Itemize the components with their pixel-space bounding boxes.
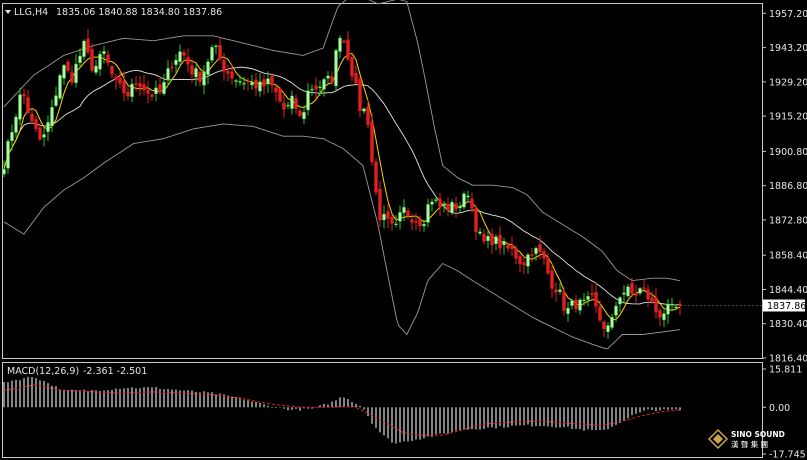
price-tick-label: 1830.40 [769,319,807,330]
chart-canvas[interactable]: 1957.20 1943.20 1929.20 1915.20 1900.80 1886.… [0,0,807,460]
chart-background [0,0,807,460]
macd-tick-label: 15.811 [769,365,802,376]
logo-name: SINO SOUND [731,430,785,439]
price-tick-label: 1886.80 [769,181,807,192]
price-tick-label: 1900.80 [769,147,807,158]
candle [210,44,214,63]
price-tick-label: 1858.40 [769,251,807,262]
macd-tick-label: 0.00 [769,403,790,414]
price-tick-label: 1844.40 [769,285,807,296]
macd-tick-label: -17.745 [769,450,806,460]
candle [462,191,466,210]
price-tick-label: 1816.40 [769,354,807,365]
symbol-label: LLG,H4 [14,7,48,18]
candle [82,39,86,60]
candle [334,48,338,91]
macd-label: MACD(12,26,9) [7,366,79,377]
price-tick-label: 1915.20 [769,112,807,123]
price-tick-label: 1929.20 [769,77,807,88]
current-price-label: 1837.86 [767,301,806,312]
price-tick-label: 1872.80 [769,215,807,226]
logo-chinese: 漢 聲 集 團 [731,439,768,449]
macd-values: -2.361 -2.501 [83,366,147,377]
candle [278,87,282,104]
ohlc-values: 1835.06 1840.88 1834.80 1837.86 [56,7,222,18]
price-tick-label: 1943.20 [769,43,807,54]
candle [58,73,62,101]
price-tick-label: 1957.20 [769,9,807,20]
candle [374,158,378,196]
